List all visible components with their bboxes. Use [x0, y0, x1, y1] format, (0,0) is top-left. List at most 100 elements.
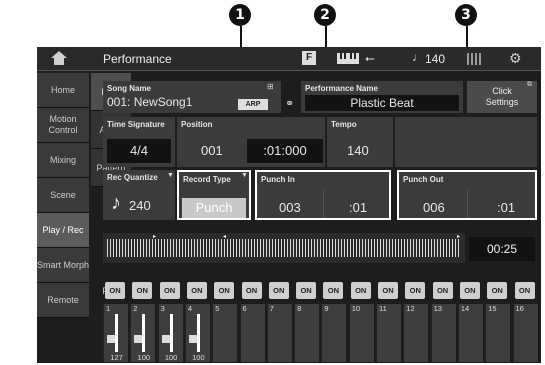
channel-strip-6[interactable]: 6: [239, 304, 265, 362]
fader-knob[interactable]: [107, 335, 115, 343]
channel-strip-15[interactable]: 15: [485, 304, 511, 362]
play-on-button-15[interactable]: ON: [487, 282, 508, 299]
position-measure: 001: [201, 143, 223, 158]
usb-icon: ⭠: [365, 51, 375, 65]
popup-icon: ⧉: [527, 81, 532, 88]
play-on-button-11[interactable]: ON: [378, 282, 398, 299]
play-on-button-13[interactable]: ON: [432, 282, 453, 299]
song-name-value: 001: NewSong1: [107, 95, 193, 109]
fader-knob[interactable]: [134, 335, 143, 343]
synth-screen: Performance F ⭠ ♩ 140 ⚙ Home Motion Cont…: [37, 47, 541, 363]
page-title: Performance: [103, 52, 172, 66]
punch-out-field[interactable]: Punch Out 006 :01: [397, 170, 537, 220]
play-on-button-10[interactable]: ON: [350, 282, 371, 299]
fader-knob[interactable]: [188, 335, 197, 343]
volume-fader[interactable]: [142, 314, 146, 352]
channel-strip-10[interactable]: 10: [348, 304, 374, 362]
channel-strip-4[interactable]: 4 100: [184, 304, 210, 362]
empty-field: [395, 117, 537, 167]
link-icon[interactable]: ⚭: [285, 97, 294, 110]
record-type-field[interactable]: Record Type ▼ Punch: [177, 170, 251, 220]
rec-quantize-label: Rec Quantize: [107, 173, 158, 182]
rec-quantize-field[interactable]: Rec Quantize ▼ ♪ 240: [103, 170, 175, 220]
channel-strip-16[interactable]: 16: [512, 304, 538, 362]
quarter-note-icon: ♩: [412, 50, 424, 64]
grid-icon[interactable]: [467, 53, 483, 65]
channel-volume-value: 100: [192, 353, 205, 362]
play-on-button-9[interactable]: ON: [323, 282, 344, 299]
play-on-button-8[interactable]: ON: [296, 282, 317, 299]
channel-strip-2[interactable]: 2 100: [130, 304, 156, 362]
dropdown-indicator-icon: ▼: [167, 172, 174, 179]
sidebar-item-smart-morph[interactable]: Smart Morph: [37, 248, 89, 283]
arp-badge[interactable]: ARP: [238, 99, 268, 110]
time-signature-value: 4/4: [107, 139, 171, 163]
position-field[interactable]: Position 001 :01:000: [177, 117, 325, 167]
sidebar-item-remote[interactable]: Remote: [37, 283, 89, 318]
sidebar-item-home[interactable]: Home: [37, 73, 89, 108]
channel-strip-11[interactable]: 11: [376, 304, 401, 362]
channel-strip-12[interactable]: 12: [403, 304, 429, 362]
time-signature-field[interactable]: Time Signature 4/4: [103, 117, 175, 167]
click-settings-button[interactable]: Click Settings ⧉: [467, 81, 537, 113]
channel-number: 11: [379, 304, 387, 313]
callout-3: 3: [455, 4, 477, 26]
callout-1: 1: [229, 4, 251, 26]
sidebar-item-motion-control[interactable]: Motion Control: [37, 108, 89, 143]
play-on-button-7[interactable]: ON: [268, 282, 289, 299]
channel-volume-value: 127: [110, 353, 123, 362]
volume-fader[interactable]: [115, 314, 118, 352]
play-on-button-16[interactable]: ON: [514, 282, 535, 299]
punch-in-divider: [323, 190, 324, 218]
position-beat: :01:000: [247, 139, 323, 163]
punch-out-label: Punch Out: [403, 175, 444, 184]
dropdown-indicator-icon: ▼: [241, 172, 248, 179]
gear-icon[interactable]: ⚙: [509, 50, 522, 67]
punch-out-divider: [467, 190, 468, 218]
channel-volume-value: 100: [164, 353, 178, 362]
play-on-button-5[interactable]: ON: [214, 282, 235, 299]
timeline-bar[interactable]: ▸ ◂ ▸: [103, 233, 465, 263]
sidebar-item-play-rec[interactable]: Play / Rec: [37, 213, 89, 248]
sidebar-item-mixing[interactable]: Mixing: [37, 143, 89, 178]
channel-strip-8[interactable]: 8: [294, 304, 320, 362]
play-on-button-2[interactable]: ON: [132, 282, 153, 299]
channel-strip-5[interactable]: 5: [212, 304, 238, 362]
click-settings-line2: Settings: [485, 97, 519, 107]
song-name-field[interactable]: Song Name ⊞ 001: NewSong1 ARP: [103, 81, 281, 113]
channel-strip-13[interactable]: 13: [430, 304, 456, 362]
channel-strip-7[interactable]: 7: [266, 304, 292, 362]
volume-fader[interactable]: [169, 314, 173, 352]
channel-strip-9[interactable]: 9: [321, 304, 347, 362]
channel-number: 10: [351, 304, 361, 313]
volume-fader[interactable]: [196, 314, 200, 352]
play-on-button-6[interactable]: ON: [241, 282, 262, 299]
tempo-field[interactable]: Tempo 140: [327, 117, 393, 167]
punch-out-measure: 006: [423, 200, 445, 215]
playhead-marker-end: ▸: [457, 234, 461, 240]
punch-in-label: Punch In: [261, 175, 295, 184]
tempo-display: 140: [425, 52, 446, 66]
play-on-button-14[interactable]: ON: [459, 282, 480, 299]
fader-knob[interactable]: [161, 335, 170, 343]
channel-number: 3: [160, 304, 165, 313]
channel-number: 8: [297, 304, 302, 313]
play-on-button-1[interactable]: ON: [105, 282, 125, 299]
tempo-value: 140: [347, 143, 369, 158]
channel-number: 14: [460, 304, 470, 313]
channel-number: 6: [242, 304, 247, 313]
channel-number: 13: [433, 304, 442, 313]
performance-name-field[interactable]: Performance Name Plastic Beat: [301, 81, 463, 113]
sidebar-item-scene[interactable]: Scene: [37, 178, 89, 213]
home-icon[interactable]: [51, 51, 69, 67]
punch-in-field[interactable]: Punch In 003 :01: [255, 170, 391, 220]
play-on-button-4[interactable]: ON: [186, 282, 207, 299]
channel-strip-3[interactable]: 3 100: [157, 304, 183, 362]
channel-strip-14[interactable]: 14: [457, 304, 483, 362]
play-on-button-3[interactable]: ON: [159, 282, 180, 299]
play-on-button-12[interactable]: ON: [405, 282, 426, 299]
position-label: Position: [181, 120, 213, 129]
channel-strip-1[interactable]: 1 127: [103, 304, 128, 362]
punch-in-measure: 003: [279, 200, 301, 215]
eighth-note-icon: ♪: [111, 192, 121, 214]
